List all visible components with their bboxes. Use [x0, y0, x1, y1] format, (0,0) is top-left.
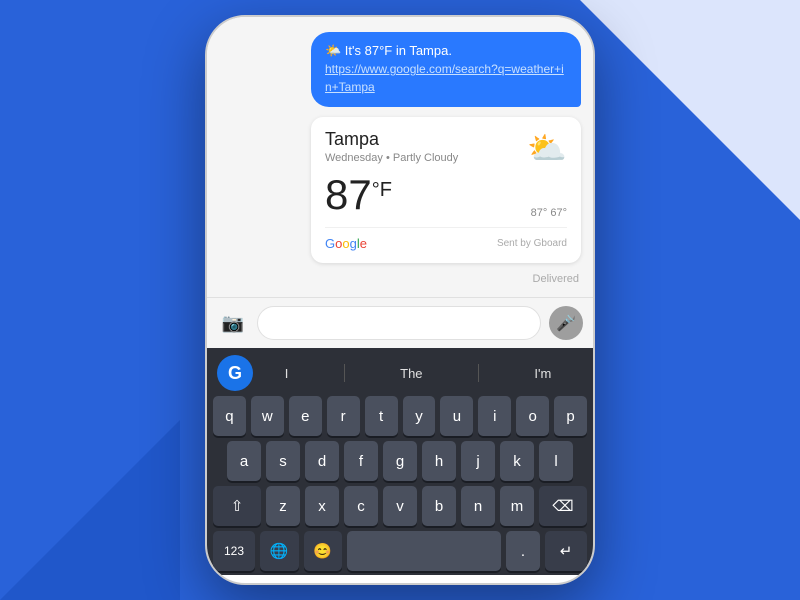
delivered-status: Delivered: [219, 273, 581, 285]
camera-button[interactable]: 📷: [217, 307, 249, 339]
weather-card: Tampa Wednesday • Partly Cloudy ⛅ 87°F 8…: [311, 117, 581, 263]
google-logo: Google: [325, 236, 367, 251]
key-h[interactable]: h: [422, 441, 456, 481]
key-rows: q w e r t y u i o p a s d f g h j k: [211, 396, 589, 571]
key-d[interactable]: d: [305, 441, 339, 481]
message-area: 🌤️ It's 87°F in Tampa. https://www.googl…: [207, 17, 593, 297]
weather-card-header: Tampa Wednesday • Partly Cloudy ⛅: [325, 129, 567, 167]
backspace-key[interactable]: ⌫: [539, 486, 587, 526]
key-i[interactable]: i: [478, 396, 511, 436]
phone-frame: 🌤️ It's 87°F in Tampa. https://www.googl…: [205, 15, 595, 585]
key-l[interactable]: l: [539, 441, 573, 481]
key-q[interactable]: q: [213, 396, 246, 436]
suggestion-divider-1: [344, 364, 345, 382]
key-u[interactable]: u: [440, 396, 473, 436]
message-bubble: 🌤️ It's 87°F in Tampa. https://www.googl…: [311, 32, 581, 107]
mic-button[interactable]: 🎤: [549, 306, 583, 340]
key-s[interactable]: s: [266, 441, 300, 481]
key-row-3: ⇧ z x c v b n m ⌫: [213, 486, 587, 526]
bubble-link[interactable]: https://www.google.com/search?q=weather+…: [325, 62, 564, 94]
key-r[interactable]: r: [327, 396, 360, 436]
key-row-2: a s d f g h j k l: [213, 441, 587, 481]
key-row-4: 123 🌐 😊 . ↵: [213, 531, 587, 571]
bg-triangle-bottom-left: [0, 420, 180, 600]
enter-key[interactable]: ↵: [545, 531, 587, 571]
key-o[interactable]: o: [516, 396, 549, 436]
key-v[interactable]: v: [383, 486, 417, 526]
weather-info: Tampa Wednesday • Partly Cloudy: [325, 129, 458, 164]
key-j[interactable]: j: [461, 441, 495, 481]
weather-city: Tampa: [325, 129, 458, 150]
period-key[interactable]: .: [506, 531, 540, 571]
suggestion-right[interactable]: I'm: [526, 366, 559, 381]
emoji-key[interactable]: 😊: [304, 531, 343, 571]
key-n[interactable]: n: [461, 486, 495, 526]
key-z[interactable]: z: [266, 486, 300, 526]
shift-key[interactable]: ⇧: [213, 486, 261, 526]
key-t[interactable]: t: [365, 396, 398, 436]
bubble-text: 🌤️ It's 87°F in Tampa.: [325, 42, 567, 60]
weather-day-condition: Wednesday • Partly Cloudy: [325, 152, 458, 164]
keyboard: G I The I'm q w e r t y u i o: [207, 348, 593, 575]
key-y[interactable]: y: [403, 396, 436, 436]
key-m[interactable]: m: [500, 486, 534, 526]
key-f[interactable]: f: [344, 441, 378, 481]
weather-icon: ⛅: [527, 129, 567, 167]
gboard-logo: G: [217, 355, 253, 391]
key-k[interactable]: k: [500, 441, 534, 481]
message-input[interactable]: [257, 306, 541, 340]
weather-temp-row: 87°F 87° 67°: [325, 167, 567, 219]
sent-by-label: Sent by Gboard: [497, 238, 567, 249]
globe-key[interactable]: 🌐: [260, 531, 299, 571]
suggestions: I The I'm: [253, 364, 583, 382]
bg-triangle-top-right: [580, 0, 800, 220]
key-g[interactable]: g: [383, 441, 417, 481]
key-b[interactable]: b: [422, 486, 456, 526]
weather-range: 87° 67°: [531, 207, 567, 219]
suggestions-bar: G I The I'm: [211, 354, 589, 392]
num-key[interactable]: 123: [213, 531, 255, 571]
suggestion-divider-2: [478, 364, 479, 382]
key-e[interactable]: e: [289, 396, 322, 436]
weather-card-footer: Google Sent by Gboard: [325, 227, 567, 251]
key-x[interactable]: x: [305, 486, 339, 526]
weather-temp: 87°F: [325, 171, 392, 219]
suggestion-left[interactable]: I: [277, 366, 297, 381]
key-w[interactable]: w: [251, 396, 284, 436]
key-p[interactable]: p: [554, 396, 587, 436]
key-a[interactable]: a: [227, 441, 261, 481]
space-key[interactable]: [347, 531, 501, 571]
key-row-1: q w e r t y u i o p: [213, 396, 587, 436]
input-bar: 📷 🎤: [207, 297, 593, 348]
suggestion-center[interactable]: The: [392, 366, 430, 381]
key-c[interactable]: c: [344, 486, 378, 526]
